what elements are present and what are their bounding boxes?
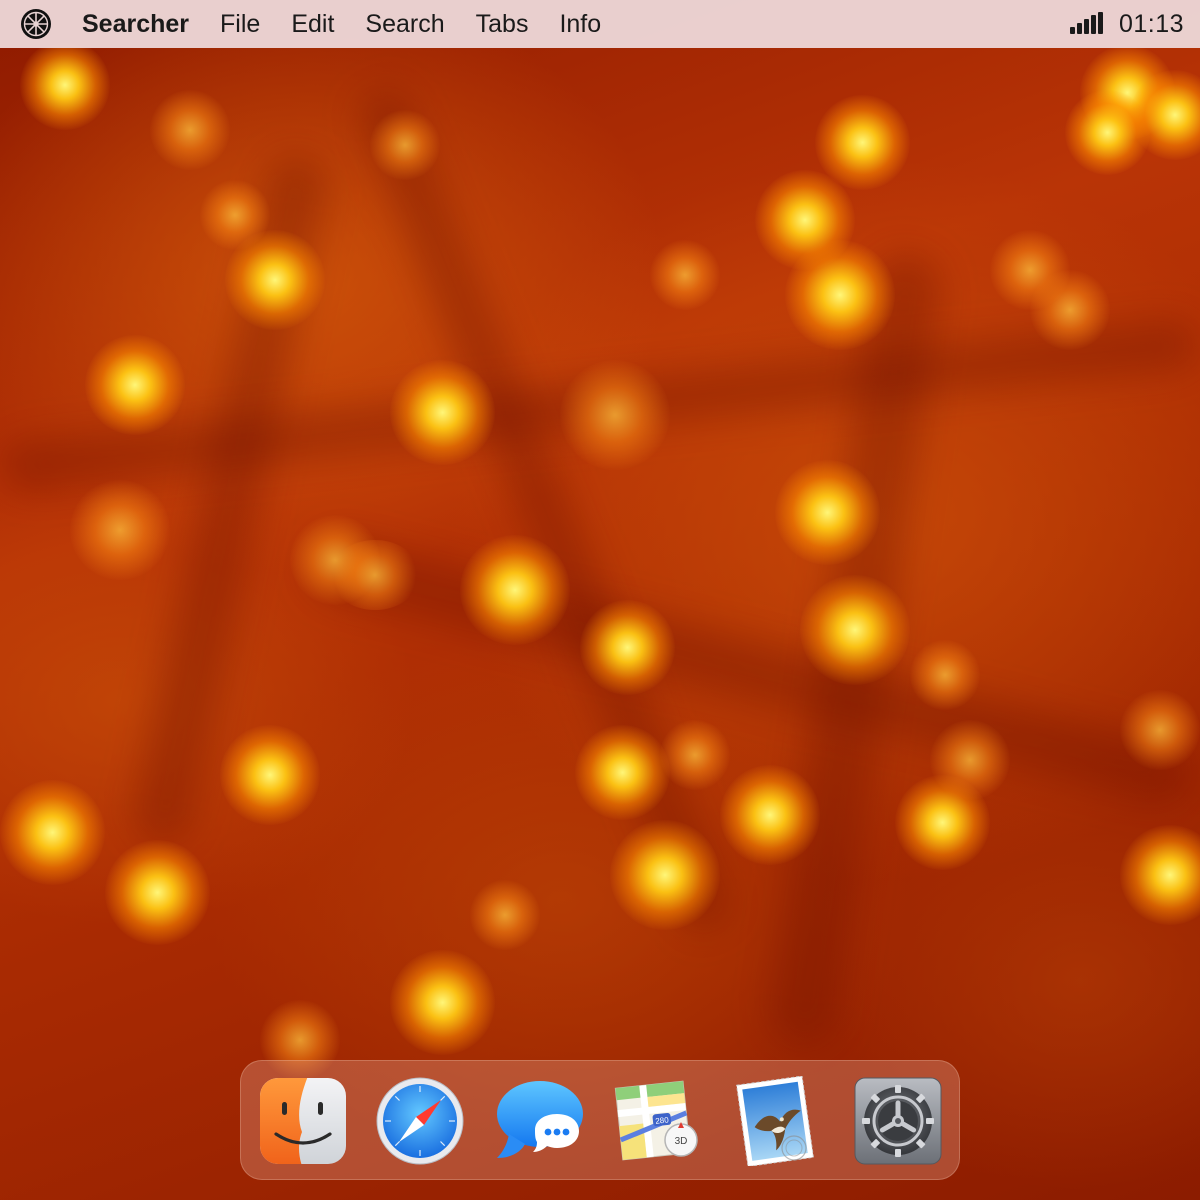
bokeh-light-soft (1030, 270, 1110, 350)
bokeh-light-soft (560, 360, 670, 470)
safari-icon (376, 1077, 464, 1165)
wheel-logo-icon[interactable] (20, 8, 52, 40)
bokeh-light (580, 600, 675, 695)
dock-item-finder[interactable] (258, 1076, 348, 1166)
dock: 280 3D (240, 1060, 960, 1180)
dock-item-system-preferences[interactable] (853, 1076, 943, 1166)
wallpaper-streak (306, 532, 1194, 808)
bokeh-light (20, 40, 110, 130)
bokeh-light (0, 780, 105, 885)
bokeh-light (800, 575, 910, 685)
menu-info[interactable]: Info (559, 0, 601, 48)
maps-3d-label: 3D (675, 1136, 688, 1147)
bokeh-light (390, 360, 495, 465)
menu-bar-status-area: 01:13 (1069, 10, 1184, 39)
bokeh-light (390, 950, 495, 1055)
menu-bar: Searcher File Edit Search Tabs Info 01:1… (0, 0, 1200, 48)
menu-file[interactable]: File (220, 0, 260, 48)
bokeh-light-soft (200, 180, 270, 250)
dock-item-safari[interactable] (375, 1076, 465, 1166)
bokeh-light (220, 725, 320, 825)
desktop-wallpaper (0, 0, 1200, 1200)
menu-search[interactable]: Search (365, 0, 444, 48)
bokeh-light (1065, 90, 1150, 175)
dock-item-mail[interactable] (732, 1076, 822, 1166)
cellular-signal-icon[interactable] (1069, 12, 1103, 34)
bokeh-light (1120, 825, 1200, 925)
bokeh-light (720, 765, 820, 865)
bokeh-light-soft (70, 480, 170, 580)
bokeh-light-soft (330, 540, 420, 610)
menu-edit[interactable]: Edit (291, 0, 334, 48)
messages-icon (497, 1081, 583, 1158)
bokeh-light (785, 240, 895, 350)
bokeh-light-soft (470, 880, 540, 950)
bokeh-light (610, 820, 720, 930)
bokeh-light-soft (930, 720, 1010, 800)
finder-icon (260, 1078, 346, 1164)
mail-icon (736, 1076, 814, 1166)
bokeh-light-soft (910, 640, 980, 710)
bokeh-light-soft (650, 240, 720, 310)
bokeh-light (105, 840, 210, 945)
bokeh-light-soft (150, 90, 230, 170)
wallpaper-streak (353, 83, 737, 937)
bokeh-light (85, 335, 185, 435)
maps-highway-badge: 280 (655, 1115, 670, 1125)
maps-icon: 280 3D (614, 1080, 698, 1161)
system-preferences-icon (854, 1077, 942, 1165)
menu-tabs[interactable]: Tabs (476, 0, 529, 48)
menu-app-name[interactable]: Searcher (82, 0, 189, 48)
dock-item-messages[interactable] (495, 1076, 585, 1166)
bokeh-light-soft (1120, 690, 1200, 770)
bokeh-light-soft (660, 720, 730, 790)
bokeh-light (575, 725, 670, 820)
menu-bar-clock[interactable]: 01:13 (1119, 10, 1184, 39)
bokeh-light (460, 535, 570, 645)
bokeh-light-soft (370, 110, 440, 180)
bokeh-light (775, 460, 880, 565)
dock-item-maps[interactable]: 280 3D (613, 1076, 703, 1166)
